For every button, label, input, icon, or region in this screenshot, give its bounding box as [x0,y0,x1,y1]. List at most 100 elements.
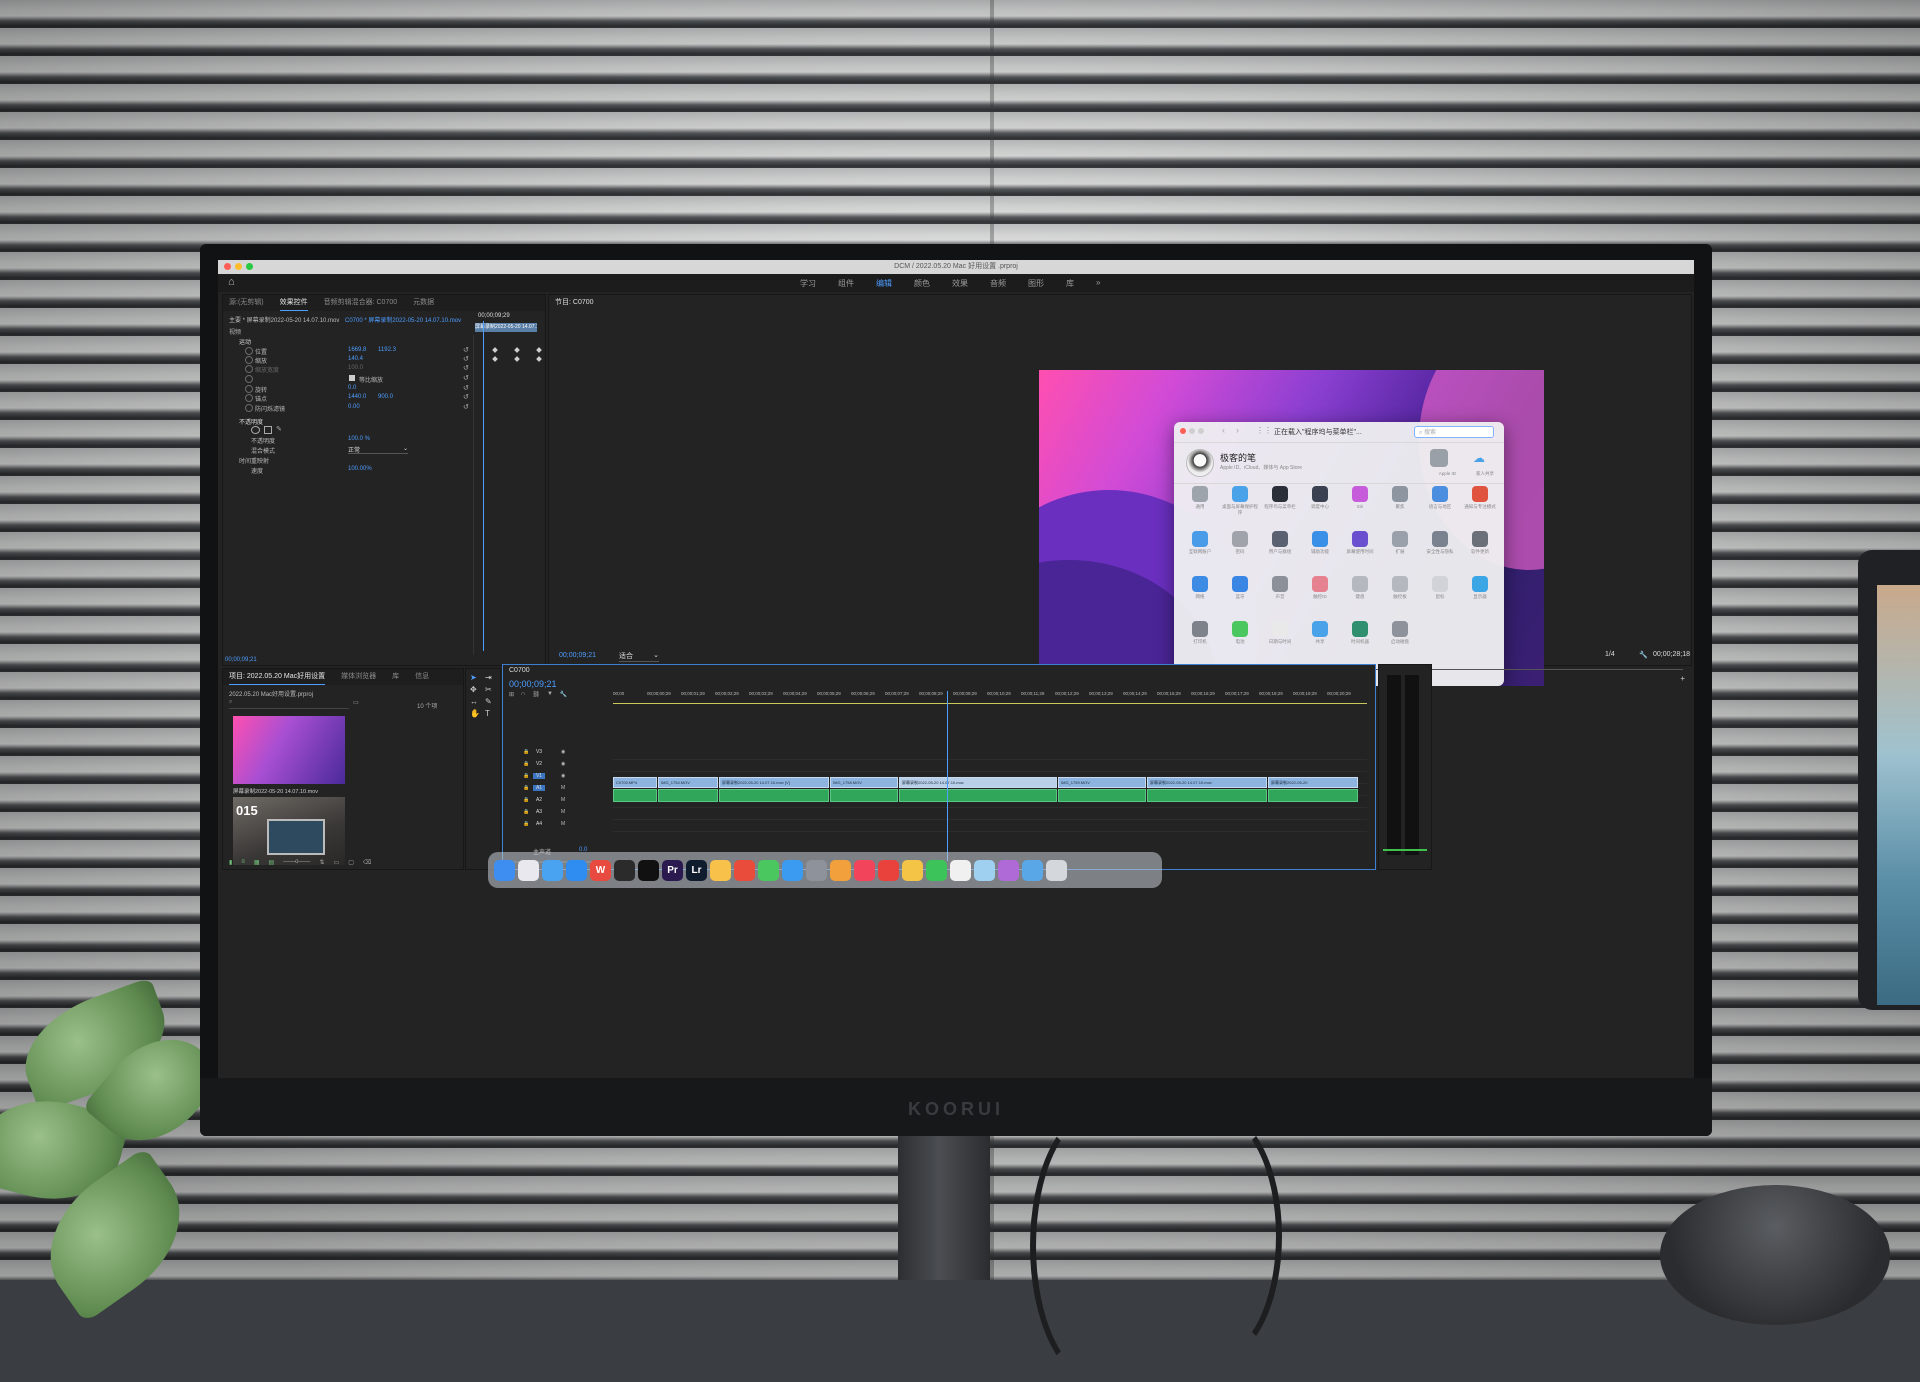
section-time-remap[interactable]: 时间重映射 [239,456,269,465]
ec-tab[interactable]: 元数据 [413,295,434,311]
capcut-icon[interactable] [638,859,659,881]
hand-tool-icon[interactable]: ✋ [470,709,482,718]
ec-tab[interactable]: 源:(无剪辑) [229,295,264,311]
video-clip[interactable]: 屏幕录制2022-05-20 14.07.10.mov [1147,777,1267,788]
keyframe[interactable] [536,347,542,353]
reset-icon[interactable]: ↺ [463,403,469,411]
close-button[interactable] [224,263,231,270]
timeline-timecode[interactable]: 00;00;09;21 [509,679,557,689]
pref-pane-item[interactable]: 电池 [1222,621,1258,645]
speed-value[interactable]: 100.00% [348,466,372,472]
project-tab[interactable]: 信息 [415,669,429,685]
reset-icon[interactable]: ↺ [463,393,469,401]
pen-mask-icon[interactable]: ✎ [276,426,282,434]
pref-pane-item[interactable]: 显示器 [1462,576,1498,600]
reset-icon[interactable]: ↺ [463,355,469,363]
close-button[interactable] [1180,428,1186,434]
lock-icon[interactable]: 🔒 [523,809,529,815]
ec-tab[interactable]: 音频剪辑混合器: C0700 [324,295,398,311]
ec-row-value[interactable]: 900.0 [378,394,393,400]
pref-pane-item[interactable]: 用户与群组 [1262,531,1298,555]
workspace-tab[interactable]: » [1096,278,1100,289]
pref-pane-item[interactable]: 触控板 [1382,576,1418,600]
pref-pane-item[interactable]: 聚焦 [1382,486,1418,510]
audio-clip[interactable] [899,789,1057,802]
workspace-tab[interactable]: 学习 [800,278,816,289]
mute-icon[interactable]: M [561,797,565,803]
video-clip[interactable]: 屏幕录制2022-05-20 14.07.10.mov [V] [719,777,829,788]
stopwatch-icon[interactable] [245,404,253,412]
eye-icon[interactable]: ◉ [561,761,565,767]
final-cut-icon[interactable] [614,859,635,881]
workspace-tab[interactable]: 效果 [952,278,968,289]
back-icon[interactable]: ‹ [1222,425,1225,435]
stopwatch-icon[interactable] [245,375,253,383]
sp-search-field[interactable]: ⌕ 搜索 [1414,426,1494,438]
ripple-edit-icon[interactable]: ✥ [470,685,482,694]
eye-icon[interactable]: ◉ [561,773,565,779]
program-tab[interactable]: 节目: C0700 [555,297,594,307]
keyframe[interactable] [536,356,542,362]
freeform-view-icon[interactable]: ▤ [269,859,275,866]
work-area-bar[interactable] [613,703,1367,704]
track-label[interactable]: V3 [533,749,545,755]
stopwatch-icon[interactable] [245,385,253,393]
type-tool-icon[interactable]: T [485,709,497,718]
pref-pane-item[interactable]: Siri [1342,486,1378,509]
pref-pane-item[interactable]: 日期与时间 [1262,621,1298,645]
lock-icon[interactable]: 🔒 [523,821,529,827]
pref-pane-item[interactable]: 通知与专注模式 [1462,486,1498,510]
reset-icon[interactable]: ↺ [463,384,469,392]
premiere-icon[interactable]: Pr [662,859,683,881]
video-clip[interactable]: C0700.MP4 [613,777,657,788]
workspace-tab[interactable]: 编辑 [876,278,892,289]
video-clip[interactable]: IMG_1759.MOV [1058,777,1146,788]
settings-wrench-icon[interactable]: 🔧 [560,691,567,698]
reset-icon[interactable]: ↺ [463,364,469,372]
stopwatch-icon[interactable] [245,394,253,402]
lock-icon[interactable]: 🔒 [523,797,529,803]
eye-icon[interactable]: ◉ [561,749,565,755]
ec-playhead[interactable] [483,321,484,651]
pref-pane-item[interactable]: 屏幕使用时间 [1342,531,1378,555]
audio-clip[interactable] [830,789,898,802]
track-select-icon[interactable]: ⇥ [485,673,497,682]
messages-icon[interactable] [758,859,779,881]
lock-icon[interactable]: 🔒 [523,773,529,779]
mute-icon[interactable]: M [561,785,565,791]
lock-icon[interactable]: 🔒 [523,749,529,755]
timeline-tab[interactable]: C0700 [509,667,530,674]
pref-pane-item[interactable]: 程序坞与菜单栏 [1262,486,1298,510]
reset-icon[interactable]: ↺ [463,346,469,354]
trash-icon[interactable] [1046,859,1067,881]
pref-pane-item[interactable]: 共享 [1302,621,1338,645]
keyframe[interactable] [492,347,498,353]
project-search-input[interactable]: ⌕ [229,699,349,709]
blend-mode-select[interactable]: 正常 ⌄ [348,445,408,454]
pen-tool-icon[interactable]: ✎ [485,697,497,706]
project-tab[interactable]: 媒体浏览器 [341,669,376,685]
mail-icon[interactable] [542,859,563,881]
audio-clip[interactable] [1058,789,1146,802]
zoom-slider[interactable]: ——o—— [283,859,310,866]
minimize-button[interactable] [235,263,242,270]
sort-icon[interactable]: ⇅ [320,859,325,866]
video-clip[interactable]: 屏幕录制2022-05-20 14.07.10.mov [899,777,1057,788]
ec-row-value[interactable]: 140.4 [348,356,363,362]
stopwatch-icon[interactable] [245,347,253,355]
video-clip[interactable]: IMG_1758.MOV [830,777,898,788]
track-label[interactable]: A4 [533,821,545,827]
marker-icon[interactable]: ▼ [547,691,553,698]
pref-pane-item[interactable]: 蓝牙 [1222,576,1258,600]
workspace-tab[interactable]: 颜色 [914,278,930,289]
sp-user-row[interactable]: 极客的笔 Apple ID、iCloud、媒体与 App Store Apple… [1174,443,1504,484]
pref-pane-item[interactable]: 语言与地区 [1422,486,1458,510]
pref-pane-item[interactable]: 网络 [1182,576,1218,600]
delete-icon[interactable]: ⌫ [363,859,371,866]
quality-select[interactable]: 1/4 [1605,651,1615,658]
infuse-icon[interactable] [734,859,755,881]
pref-pane-item[interactable]: 调度中心 [1302,486,1338,510]
workspace-tab[interactable]: 组件 [838,278,854,289]
stopwatch-icon[interactable] [245,365,253,373]
audio-clip[interactable] [613,789,657,802]
